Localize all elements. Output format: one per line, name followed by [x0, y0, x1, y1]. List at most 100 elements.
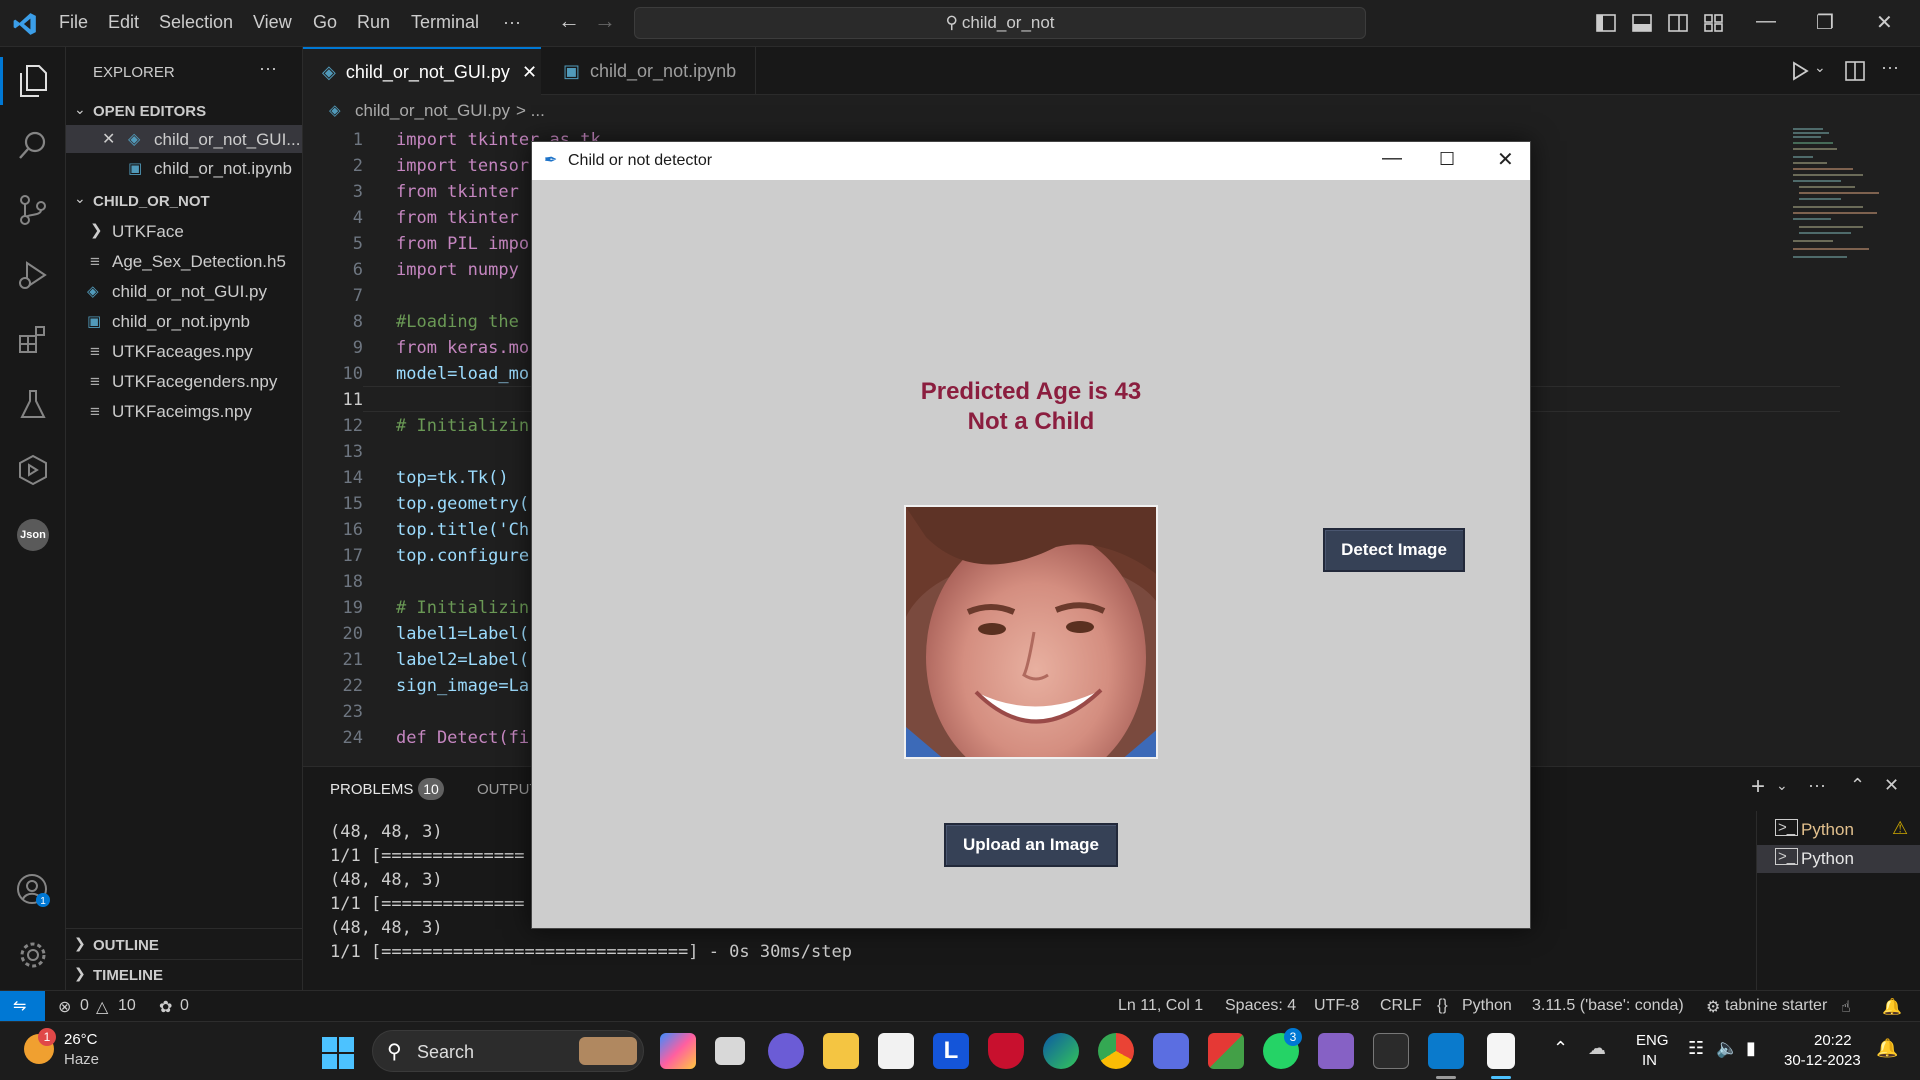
file-item[interactable]: UTKFacegenders.npy	[112, 372, 277, 392]
encoding[interactable]: UTF-8	[1314, 997, 1359, 1015]
search-view-icon[interactable]	[13, 125, 53, 165]
back-arrow-icon[interactable]: ←	[558, 8, 580, 34]
panel-more-icon[interactable]: ···	[1808, 775, 1826, 796]
ports-count[interactable]: 0	[180, 997, 189, 1015]
notification-center-icon[interactable]: 🔔	[1876, 1038, 1898, 1059]
remote-indicator[interactable]: ⇋	[0, 991, 45, 1022]
notifications-bell-icon[interactable]: 🔔	[1882, 997, 1902, 1017]
l-app-icon[interactable]: L	[933, 1033, 969, 1069]
copilot-icon[interactable]	[660, 1033, 696, 1069]
toggle-secondary-sidebar-icon[interactable]	[1668, 14, 1688, 32]
accounts-icon[interactable]: 1	[13, 870, 53, 910]
microsoft-store-icon[interactable]	[878, 1033, 914, 1069]
menu-run[interactable]: Run	[357, 12, 390, 33]
editor-more-icon[interactable]: ···	[1881, 57, 1899, 78]
terminal-list-item[interactable]: >_ Python ⚠	[1757, 816, 1920, 844]
run-file-icon[interactable]	[1791, 61, 1809, 81]
onedrive-icon[interactable]: ☁	[1588, 1038, 1606, 1059]
warning-count[interactable]: 10	[118, 997, 136, 1015]
file-item[interactable]: child_or_not_GUI.py	[112, 282, 267, 302]
close-panel-icon[interactable]: ✕	[1884, 775, 1899, 796]
taskbar-search[interactable]: ⚲ Search	[372, 1030, 644, 1072]
windows-start-icon[interactable]	[322, 1037, 354, 1069]
chevron-right-icon[interactable]: ❯	[74, 965, 86, 982]
terminal-dropdown-icon[interactable]: ⌄	[1776, 777, 1788, 794]
edge-icon[interactable]	[1043, 1033, 1079, 1069]
visual-studio-icon[interactable]	[1318, 1033, 1354, 1069]
settings-gear-icon[interactable]	[13, 935, 53, 975]
dialog-close-icon[interactable]: ✕	[1497, 147, 1514, 172]
clock-date[interactable]: 30-12-2023	[1784, 1052, 1861, 1069]
chevron-down-icon[interactable]: ⌄	[74, 190, 86, 207]
new-terminal-icon[interactable]: +	[1751, 773, 1765, 801]
tabnine-status[interactable]: tabnine starter	[1725, 997, 1827, 1015]
chevron-right-icon[interactable]: ❯	[90, 221, 103, 239]
customize-layout-icon[interactable]	[1704, 14, 1724, 32]
open-editor-item[interactable]: child_or_not.ipynb	[154, 159, 292, 179]
menu-view[interactable]: View	[253, 12, 292, 33]
close-tab-icon[interactable]: ✕	[522, 62, 537, 83]
tab-output[interactable]: OUTPUT	[477, 781, 539, 798]
chevron-right-icon[interactable]: ❯	[74, 935, 86, 952]
cursor-position[interactable]: Ln 11, Col 1	[1118, 997, 1203, 1015]
dialog-maximize-icon[interactable]: ☐	[1439, 149, 1455, 170]
weather-temp[interactable]: 26°C	[64, 1031, 98, 1048]
maximize-panel-icon[interactable]: ⌃	[1850, 775, 1865, 796]
show-hidden-icons-icon[interactable]: ⌃	[1553, 1038, 1568, 1059]
remote-explorer-icon[interactable]	[13, 450, 53, 490]
close-window-icon[interactable]: ✕	[1876, 10, 1893, 35]
file-item[interactable]: Age_Sex_Detection.h5	[112, 252, 286, 272]
menu-selection[interactable]: Selection	[159, 12, 233, 33]
teams-chat-icon[interactable]	[768, 1033, 804, 1069]
notepad-icon[interactable]	[1487, 1033, 1515, 1069]
menu-terminal[interactable]: Terminal	[411, 12, 479, 33]
language-mode[interactable]: Python	[1462, 997, 1512, 1015]
dialog-minimize-icon[interactable]: —	[1382, 147, 1402, 170]
source-control-icon[interactable]	[13, 190, 53, 230]
upload-image-button[interactable]: Upload an Image	[944, 823, 1118, 867]
terminal-app-icon[interactable]	[1373, 1033, 1409, 1069]
open-editors-header[interactable]: OPEN EDITORS	[93, 103, 206, 120]
timeline-header[interactable]: TIMELINE	[93, 967, 163, 984]
forward-arrow-icon[interactable]: →	[594, 8, 616, 34]
file-item[interactable]: UTKFaceages.npy	[112, 342, 253, 362]
sidebar-more-icon[interactable]: ···	[259, 58, 277, 79]
minimize-icon[interactable]: —	[1756, 10, 1776, 33]
folder-header[interactable]: CHILD_OR_NOT	[93, 193, 210, 210]
run-dropdown-icon[interactable]: ⌄	[1814, 59, 1826, 76]
menu-edit[interactable]: Edit	[108, 12, 139, 33]
app-icon[interactable]	[1153, 1033, 1189, 1069]
battery-icon[interactable]: ▮	[1746, 1038, 1756, 1059]
extensions-icon[interactable]	[13, 320, 53, 360]
python-interpreter[interactable]: 3.11.5 ('base': conda)	[1532, 997, 1684, 1015]
toggle-primary-sidebar-icon[interactable]	[1596, 14, 1616, 32]
breadcrumb-file[interactable]: child_or_not_GUI.py	[355, 101, 510, 121]
detect-image-button[interactable]: Detect Image	[1323, 528, 1465, 572]
tab-problems[interactable]: PROBLEMS	[330, 781, 413, 798]
error-count[interactable]: 0	[80, 997, 89, 1015]
mcafee-icon[interactable]	[988, 1033, 1024, 1069]
folder-item[interactable]: UTKFace	[112, 222, 184, 242]
outline-header[interactable]: OUTLINE	[93, 937, 159, 954]
menu-file[interactable]: File	[59, 12, 88, 33]
restore-icon[interactable]: ❐	[1816, 10, 1834, 35]
clock-time[interactable]: 20:22	[1814, 1032, 1852, 1049]
testing-icon[interactable]	[13, 385, 53, 425]
breadcrumb-rest[interactable]: > ...	[516, 101, 545, 121]
explorer-icon[interactable]	[13, 61, 53, 101]
file-item[interactable]: child_or_not.ipynb	[112, 312, 250, 332]
run-debug-icon[interactable]	[13, 255, 53, 295]
volume-icon[interactable]: 🔈	[1716, 1038, 1738, 1059]
json-extension-icon[interactable]: Json	[13, 515, 53, 555]
chevron-down-icon[interactable]: ⌄	[74, 101, 86, 118]
app-icon[interactable]	[1208, 1033, 1244, 1069]
task-view-icon[interactable]	[715, 1037, 745, 1065]
chrome-icon[interactable]	[1098, 1033, 1134, 1069]
end-of-line[interactable]: CRLF	[1380, 997, 1422, 1015]
tab-child-or-not-ipynb[interactable]: ▣ child_or_not.ipynb	[541, 47, 756, 95]
file-item[interactable]: UTKFaceimgs.npy	[112, 402, 252, 422]
menu-more[interactable]: ···	[503, 12, 521, 33]
wifi-icon[interactable]: ☷	[1688, 1038, 1704, 1059]
language-indicator-top[interactable]: ENG	[1636, 1032, 1669, 1049]
vscode-taskbar-icon[interactable]	[1428, 1033, 1464, 1069]
